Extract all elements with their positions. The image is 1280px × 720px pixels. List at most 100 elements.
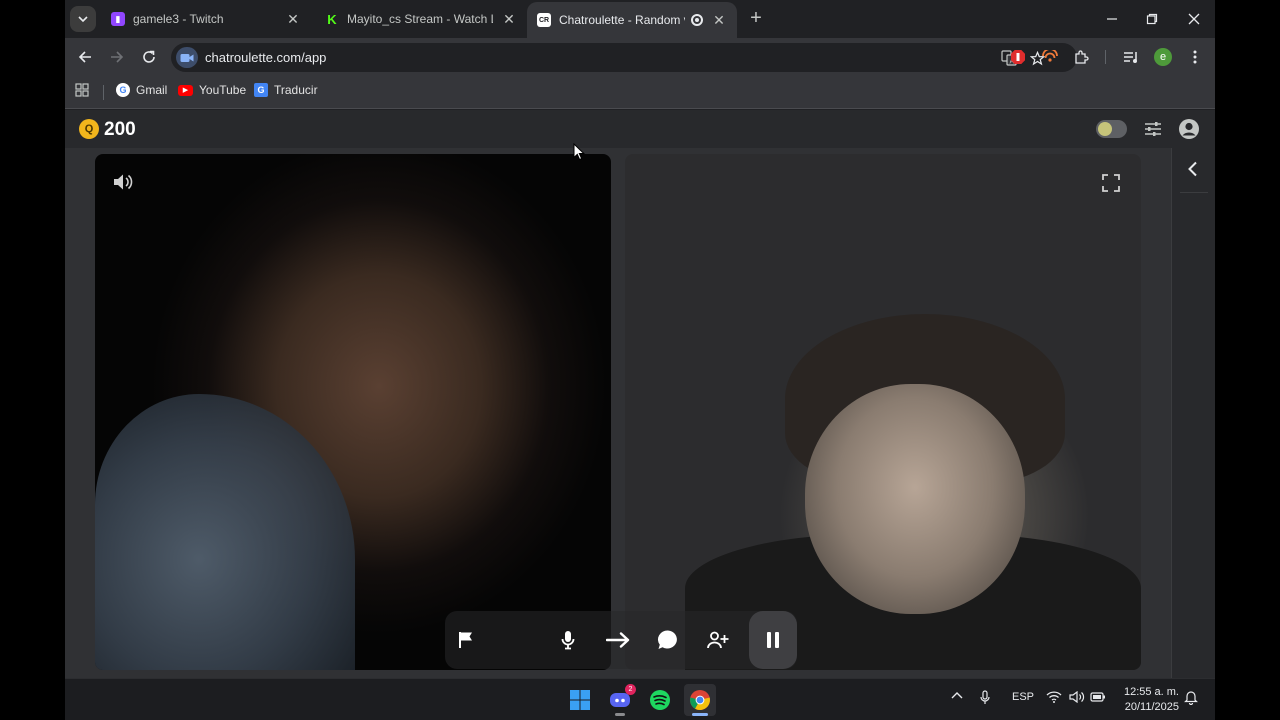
tab-title: gamele3 - Twitch: [133, 12, 224, 26]
video-frame-figure: [805, 384, 1025, 614]
toggle-knob: [1098, 122, 1112, 136]
recording-icon: [691, 14, 703, 26]
restore-button[interactable]: [1139, 6, 1165, 32]
close-tab-icon[interactable]: ✕: [285, 11, 301, 27]
minimize-icon: [1107, 18, 1117, 20]
new-tab-button[interactable]: +: [745, 7, 767, 29]
report-flag-button[interactable]: [451, 625, 481, 655]
tab-chatroulette[interactable]: CR Chatroulette - Random vide ✕: [527, 2, 737, 38]
start-button[interactable]: [564, 684, 596, 716]
close-tab-icon[interactable]: ✕: [501, 11, 517, 27]
coin-balance[interactable]: 200: [104, 119, 136, 141]
back-button[interactable]: [73, 45, 97, 69]
bookmark-label: Traducir: [274, 83, 318, 97]
expand-panel-button[interactable]: [1182, 158, 1204, 180]
reload-icon: [143, 50, 155, 63]
mic-tray-icon[interactable]: [980, 690, 990, 705]
theme-toggle[interactable]: [1096, 120, 1127, 138]
clock-time: 12:55 a. m.: [1123, 686, 1179, 698]
rail-divider: [1180, 192, 1208, 193]
video-frame-figure: [95, 394, 355, 670]
chatroulette-icon: CR: [537, 13, 551, 27]
bookmark-label: Gmail: [136, 83, 168, 97]
add-friend-button[interactable]: [703, 625, 733, 655]
filters-settings-icon[interactable]: [1142, 118, 1164, 140]
active-indicator: [692, 713, 708, 716]
microphone-button[interactable]: [553, 625, 583, 655]
chat-bubble-icon: [657, 630, 677, 649]
system-clock[interactable]: 12:55 a. m. 20/11/2025: [1117, 685, 1179, 715]
site-info-button[interactable]: [176, 47, 198, 68]
tab-twitch[interactable]: ▮ gamele3 - Twitch ✕: [101, 5, 311, 33]
account-icon[interactable]: [1178, 118, 1200, 140]
taskbar-chrome[interactable]: [684, 684, 716, 716]
tab-strip: ▮ gamele3 - Twitch ✕ K Mayito_cs Stream …: [65, 0, 1215, 38]
kebab-menu-icon: [1193, 50, 1197, 64]
google-icon: G: [116, 83, 130, 97]
close-tab-icon[interactable]: ✕: [711, 12, 727, 28]
close-window-button[interactable]: [1181, 6, 1207, 32]
clock-date: 20/11/2025: [1124, 701, 1179, 713]
next-stranger-button[interactable]: [603, 625, 633, 655]
tab-search-button[interactable]: [70, 6, 96, 32]
arrow-left-icon: [78, 51, 91, 63]
toolbar-divider: [1105, 50, 1106, 64]
side-panel-rail: [1171, 148, 1215, 678]
forward-button[interactable]: [105, 45, 129, 69]
reading-list-icon[interactable]: [1121, 47, 1141, 67]
bookmark-youtube[interactable]: ▶ YouTube: [178, 83, 246, 97]
restore-icon: [1146, 13, 1158, 25]
running-indicator: [615, 713, 625, 716]
browser-toolbar: chatroulette.com/app A e: [65, 38, 1215, 76]
add-user-icon: [707, 631, 729, 649]
microphone-icon: [561, 631, 575, 650]
arrow-right-icon: [111, 51, 124, 63]
taskbar-discord[interactable]: 2: [604, 684, 636, 716]
extensions-puzzle-icon[interactable]: [1072, 47, 1092, 67]
bookmark-traducir[interactable]: G Traducir: [254, 83, 318, 97]
apps-grid-icon: [75, 83, 89, 97]
reload-button[interactable]: [137, 45, 161, 69]
pause-icon: [767, 632, 779, 648]
show-hidden-icons[interactable]: [951, 691, 963, 699]
close-icon: [1188, 13, 1200, 25]
page-header: Q 200: [65, 110, 1215, 148]
kick-icon: K: [325, 12, 339, 27]
apps-button[interactable]: [75, 83, 89, 97]
chevron-down-icon: [78, 16, 88, 23]
stranger-video[interactable]: [95, 154, 611, 670]
battery-icon[interactable]: [1090, 691, 1106, 703]
youtube-icon: ▶: [178, 84, 193, 96]
self-video[interactable]: [625, 154, 1141, 670]
chevron-up-icon: [951, 692, 963, 699]
wifi-icon[interactable]: [1046, 691, 1062, 703]
browser-menu-button[interactable]: [1185, 47, 1205, 67]
fullscreen-icon[interactable]: [1096, 168, 1126, 198]
speaker-volume-icon[interactable]: [108, 167, 138, 197]
flag-icon: [459, 632, 472, 648]
pause-button[interactable]: [758, 625, 788, 655]
mouse-cursor-icon: [573, 142, 586, 166]
bookmarks-divider: [103, 85, 104, 100]
chat-button[interactable]: [653, 625, 683, 655]
adblock-extension-icon[interactable]: [1008, 47, 1028, 67]
tab-kick[interactable]: K Mayito_cs Stream - Watch Live ✕: [315, 5, 527, 33]
chevron-left-icon: [1188, 161, 1197, 177]
notifications-bell-icon[interactable]: [1184, 690, 1198, 705]
tab-title: Mayito_cs Stream - Watch Live: [347, 12, 493, 26]
address-bar[interactable]: chatroulette.com/app A: [171, 43, 1077, 72]
volume-icon[interactable]: [1069, 691, 1085, 703]
chrome-icon: [690, 690, 710, 710]
profile-avatar[interactable]: e: [1153, 47, 1173, 67]
tab-title: Chatroulette - Random vide: [559, 13, 685, 27]
taskbar-spotify[interactable]: [644, 684, 676, 716]
spotify-icon: [650, 690, 670, 710]
vpn-extension-icon[interactable]: [1040, 47, 1060, 67]
minimize-button[interactable]: [1099, 6, 1125, 32]
url-text[interactable]: chatroulette.com/app: [205, 50, 326, 65]
bookmarks-bar: G Gmail ▶ YouTube G Traducir: [65, 76, 1215, 109]
coin-icon: Q: [79, 119, 99, 139]
bookmark-gmail[interactable]: G Gmail: [116, 83, 167, 97]
input-language[interactable]: ESP: [1012, 691, 1034, 703]
os-taskbar: 2 ESP 12:55 a. m. 20/11/2025: [65, 678, 1215, 720]
